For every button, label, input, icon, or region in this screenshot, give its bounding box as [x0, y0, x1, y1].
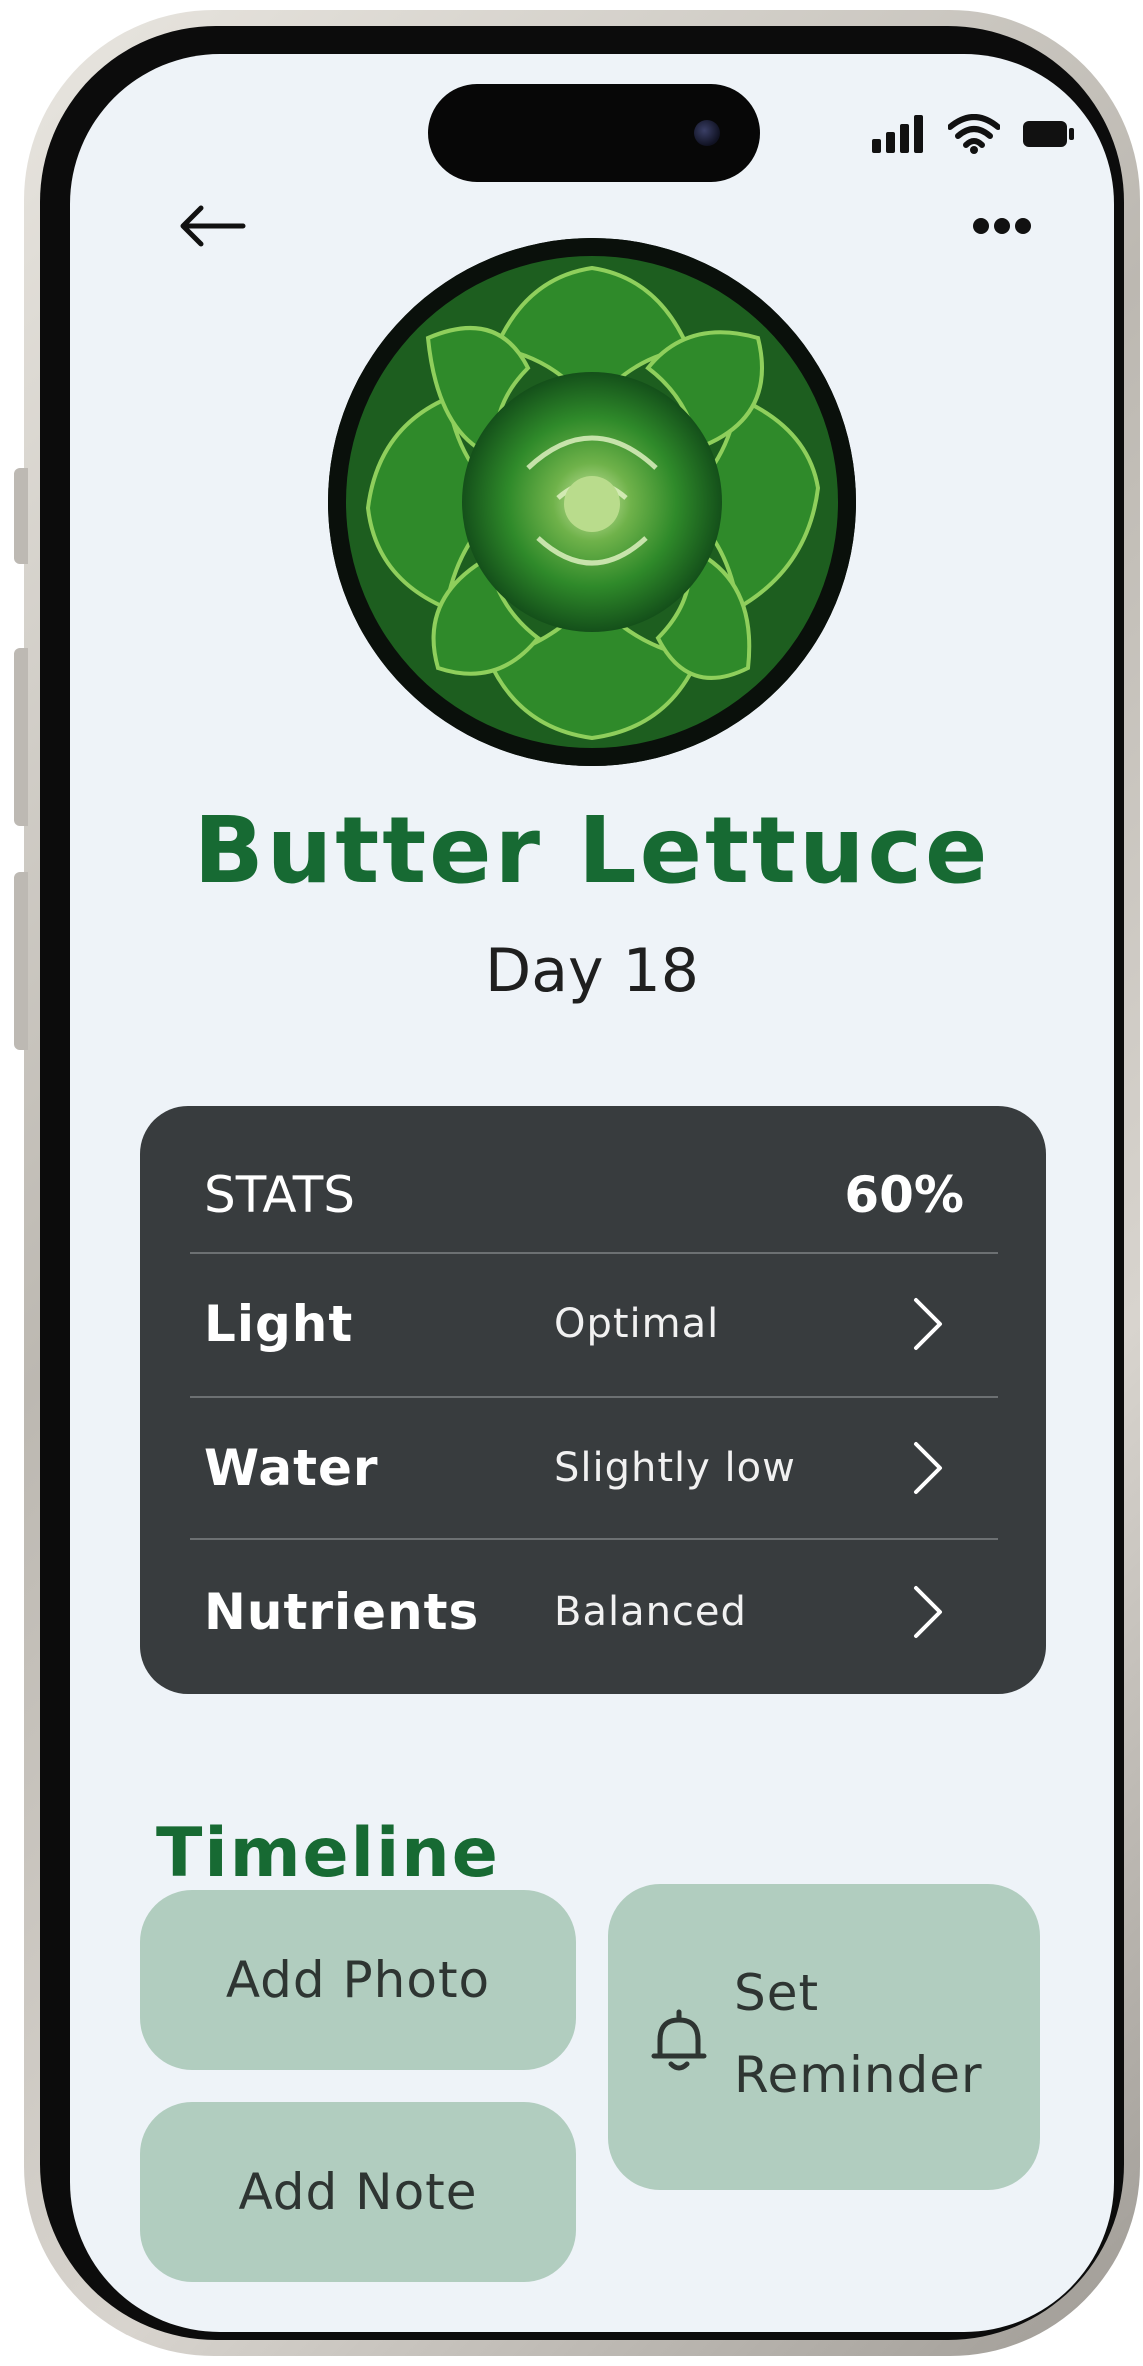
- chevron-right-icon: [914, 1442, 942, 1494]
- stats-percent: 60%: [844, 1166, 964, 1224]
- stat-value: Balanced: [554, 1589, 747, 1635]
- stat-row-nutrients[interactable]: Nutrients Balanced: [140, 1542, 1046, 1682]
- plant-name: Butter Lettuce: [193, 797, 991, 904]
- stat-label: Water: [204, 1439, 379, 1497]
- plant-day: Day 18: [485, 936, 699, 1006]
- stats-title: STATS: [204, 1166, 356, 1224]
- phone-side-button: [14, 468, 28, 564]
- bell-icon: [651, 2009, 707, 2071]
- stat-value: Slightly low: [554, 1445, 796, 1491]
- phone-side-button: [14, 648, 28, 826]
- back-button[interactable]: [170, 184, 254, 268]
- reminder-line-2: Reminder: [734, 2046, 983, 2104]
- phone-side-button: [14, 872, 28, 1050]
- stats-card: STATS 60% Light Optimal Water Slightly l…: [140, 1106, 1046, 1694]
- more-button[interactable]: [960, 184, 1044, 268]
- timeline-title: Timeline: [156, 1814, 500, 1893]
- reminder-label: Set Reminder: [734, 1952, 983, 2116]
- stat-label: Light: [204, 1295, 354, 1353]
- reminder-line-1: Set: [734, 1964, 820, 2022]
- add-note-button[interactable]: Add Note: [140, 2102, 576, 2282]
- status-bar: [872, 104, 1074, 164]
- stats-header: STATS 60%: [204, 1158, 964, 1232]
- stat-label: Nutrients: [204, 1583, 480, 1641]
- arrow-left-icon: [180, 205, 246, 247]
- stat-value: Optimal: [554, 1301, 720, 1347]
- set-reminder-button[interactable]: Set Reminder: [608, 1884, 1040, 2190]
- stat-row-water[interactable]: Water Slightly low: [140, 1398, 1046, 1538]
- battery-icon: [1023, 121, 1074, 147]
- signal-icon: [872, 115, 923, 153]
- lettuce-image: [328, 238, 856, 766]
- chevron-right-icon: [914, 1298, 942, 1350]
- app-screen: Butter Lettuce Day 18 STATS 60% Light Op…: [70, 54, 1114, 2332]
- add-photo-button[interactable]: Add Photo: [140, 1890, 576, 2070]
- wifi-icon: [948, 114, 1000, 154]
- stat-row-light[interactable]: Light Optimal: [140, 1254, 1046, 1394]
- plant-photo: [328, 238, 856, 766]
- more-dots-icon: [973, 218, 1031, 234]
- front-camera: [694, 120, 720, 146]
- chevron-right-icon: [914, 1586, 942, 1638]
- divider: [190, 1538, 998, 1540]
- dynamic-island: [428, 84, 760, 182]
